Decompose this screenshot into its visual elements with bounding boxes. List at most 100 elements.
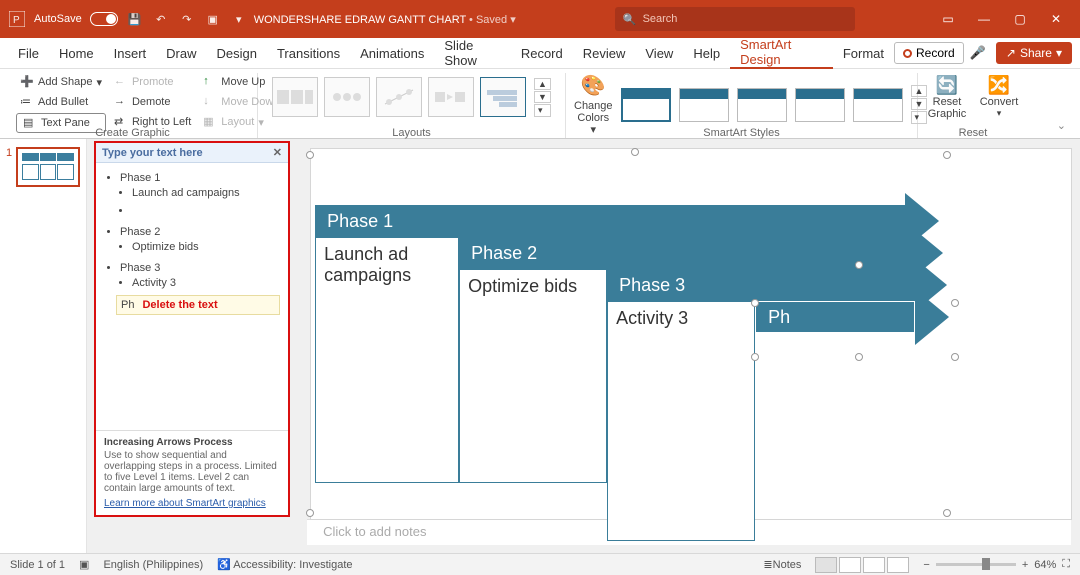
tab-file[interactable]: File — [8, 38, 49, 69]
selection-handle[interactable] — [306, 151, 314, 159]
add-bullet-button[interactable]: ≔Add Bullet — [16, 93, 106, 111]
accessibility-indicator[interactable]: ♿ Accessibility: Investigate — [217, 558, 352, 571]
selection-handle[interactable] — [306, 509, 314, 517]
sa-phase3-bar[interactable]: Phase 3 — [607, 269, 913, 301]
fit-to-window-icon[interactable]: ⛶ — [1062, 558, 1070, 571]
layout-thumb[interactable] — [480, 77, 526, 117]
smartart-graphic[interactable]: Phase 1 Launch ad campaigns Phase 2 Opti… — [315, 205, 1045, 525]
gallery-down-icon[interactable]: ▼ — [534, 91, 551, 103]
collapse-ribbon-icon[interactable]: ⌄ — [1051, 113, 1072, 138]
app-icon: P — [8, 10, 26, 28]
demote-button[interactable]: →Demote — [110, 93, 195, 111]
layout-thumb[interactable] — [272, 77, 318, 117]
selection-handle[interactable] — [751, 353, 759, 361]
sa-phase2-bar[interactable]: Phase 2 — [459, 237, 909, 269]
bullet-icon: ≔ — [20, 95, 34, 109]
tab-transitions[interactable]: Transitions — [267, 38, 350, 69]
autosave-toggle[interactable] — [90, 12, 118, 26]
style-thumb[interactable] — [737, 88, 787, 122]
selection-handle[interactable] — [855, 353, 863, 361]
sa-phase3-box[interactable]: Activity 3 — [607, 301, 755, 541]
convert-button[interactable]: 🔀 Convert▾ — [978, 75, 1020, 120]
tp-item[interactable]: Optimize bids — [132, 238, 280, 256]
tp-footer-desc: Use to show sequential and overlapping s… — [104, 450, 280, 494]
selection-handle[interactable] — [951, 353, 959, 361]
selection-handle[interactable] — [951, 299, 959, 307]
slide-counter[interactable]: Slide 1 of 1 — [10, 559, 65, 571]
tab-help[interactable]: Help — [683, 38, 730, 69]
qat-more-icon[interactable]: ▾ — [230, 10, 248, 28]
layouts-gallery[interactable]: ▲ ▼ ▾ — [272, 73, 551, 121]
group-reset-label: Reset — [918, 127, 1028, 139]
present-icon[interactable]: ▣ — [204, 10, 222, 28]
selection-handle[interactable] — [631, 148, 639, 156]
sa-phase4-bar[interactable]: Ph — [755, 301, 915, 333]
tab-animations[interactable]: Animations — [350, 38, 434, 69]
tp-item[interactable]: Launch ad campaigns — [132, 184, 280, 202]
window-minimize-icon[interactable]: — — [968, 7, 1000, 31]
reset-graphic-button[interactable]: 🔄 Reset Graphic — [926, 75, 968, 120]
tp-item[interactable]: Phase 1 Launch ad campaigns — [120, 169, 280, 223]
redo-icon[interactable]: ↷ — [178, 10, 196, 28]
slideshow-view-icon[interactable] — [887, 557, 909, 573]
gallery-up-icon[interactable]: ▲ — [534, 78, 551, 90]
tp-item[interactable]: Phase 2 Optimize bids — [120, 223, 280, 259]
zoom-in-icon[interactable]: + — [1022, 559, 1028, 571]
style-thumb[interactable] — [621, 88, 671, 122]
mic-icon[interactable]: 🎤 — [970, 45, 986, 61]
add-shape-button[interactable]: ➕Add Shape ▾ — [16, 73, 106, 91]
tab-draw[interactable]: Draw — [156, 38, 206, 69]
text-pane-body[interactable]: Phase 1 Launch ad campaigns Phase 2 Opti… — [96, 163, 288, 430]
sorter-view-icon[interactable] — [839, 557, 861, 573]
undo-icon[interactable]: ↶ — [152, 10, 170, 28]
tab-home[interactable]: Home — [49, 38, 104, 69]
tab-format[interactable]: Format — [833, 38, 894, 69]
save-icon[interactable]: 💾 — [126, 10, 144, 28]
normal-view-icon[interactable] — [815, 557, 837, 573]
tp-item[interactable]: Activity 3 — [132, 274, 280, 292]
text-pane-close-icon[interactable]: ✕ — [273, 146, 282, 159]
record-button[interactable]: Record — [894, 42, 964, 64]
styles-gallery[interactable]: ▲ ▼ ▾ — [621, 82, 928, 128]
sa-phase2-box[interactable]: Optimize bids — [459, 269, 607, 483]
notes-toggle[interactable]: ≣Notes — [763, 558, 801, 571]
style-thumb[interactable] — [853, 88, 903, 122]
spell-icon[interactable]: ▣ — [79, 558, 89, 571]
tab-design[interactable]: Design — [207, 38, 267, 69]
gallery-more-icon[interactable]: ▾ — [534, 104, 551, 117]
layout-thumb[interactable] — [428, 77, 474, 117]
style-thumb[interactable] — [679, 88, 729, 122]
zoom-percent[interactable]: 64% — [1034, 559, 1056, 571]
share-button[interactable]: ↗Share▾ — [996, 42, 1072, 64]
tab-slideshow[interactable]: Slide Show — [434, 38, 510, 69]
search-box[interactable]: 🔍 Search — [615, 7, 855, 31]
ribbon-mode-icon[interactable]: ▭ — [932, 7, 964, 31]
layout-thumb[interactable] — [376, 77, 422, 117]
learn-more-link[interactable]: Learn more about SmartArt graphics — [104, 498, 266, 509]
reading-view-icon[interactable] — [863, 557, 885, 573]
tab-smartart-design[interactable]: SmartArt Design — [730, 38, 833, 69]
tp-item[interactable] — [132, 202, 280, 220]
promote-button[interactable]: ←Promote — [110, 73, 195, 91]
tab-record[interactable]: Record — [511, 38, 573, 69]
layout-thumb[interactable] — [324, 77, 370, 117]
zoom-slider[interactable] — [936, 563, 1016, 566]
slide[interactable]: Phase 1 Launch ad campaigns Phase 2 Opti… — [311, 149, 1071, 519]
tab-insert[interactable]: Insert — [104, 38, 157, 69]
tab-review[interactable]: Review — [573, 38, 636, 69]
slide-thumbnail-panel[interactable]: 1 — [0, 139, 87, 553]
slide-thumbnail[interactable] — [16, 147, 80, 187]
window-maximize-icon[interactable]: ▢ — [1004, 7, 1036, 31]
sa-phase1-bar[interactable]: Phase 1 — [315, 205, 905, 237]
zoom-out-icon[interactable]: − — [923, 559, 929, 571]
window-close-icon[interactable]: ✕ — [1040, 7, 1072, 31]
tab-view[interactable]: View — [635, 38, 683, 69]
document-title[interactable]: WONDERSHARE EDRAW GANTT CHART • Saved ▾ — [254, 13, 516, 26]
selection-handle[interactable] — [943, 151, 951, 159]
sa-phase1-box[interactable]: Launch ad campaigns — [315, 237, 459, 483]
accessibility-icon: ♿ — [217, 559, 231, 571]
language-indicator[interactable]: English (Philippines) — [103, 559, 203, 571]
style-thumb[interactable] — [795, 88, 845, 122]
tp-item-editing[interactable]: Ph Delete the text — [116, 295, 280, 315]
tp-item[interactable]: Phase 3 Activity 3 — [120, 259, 280, 295]
